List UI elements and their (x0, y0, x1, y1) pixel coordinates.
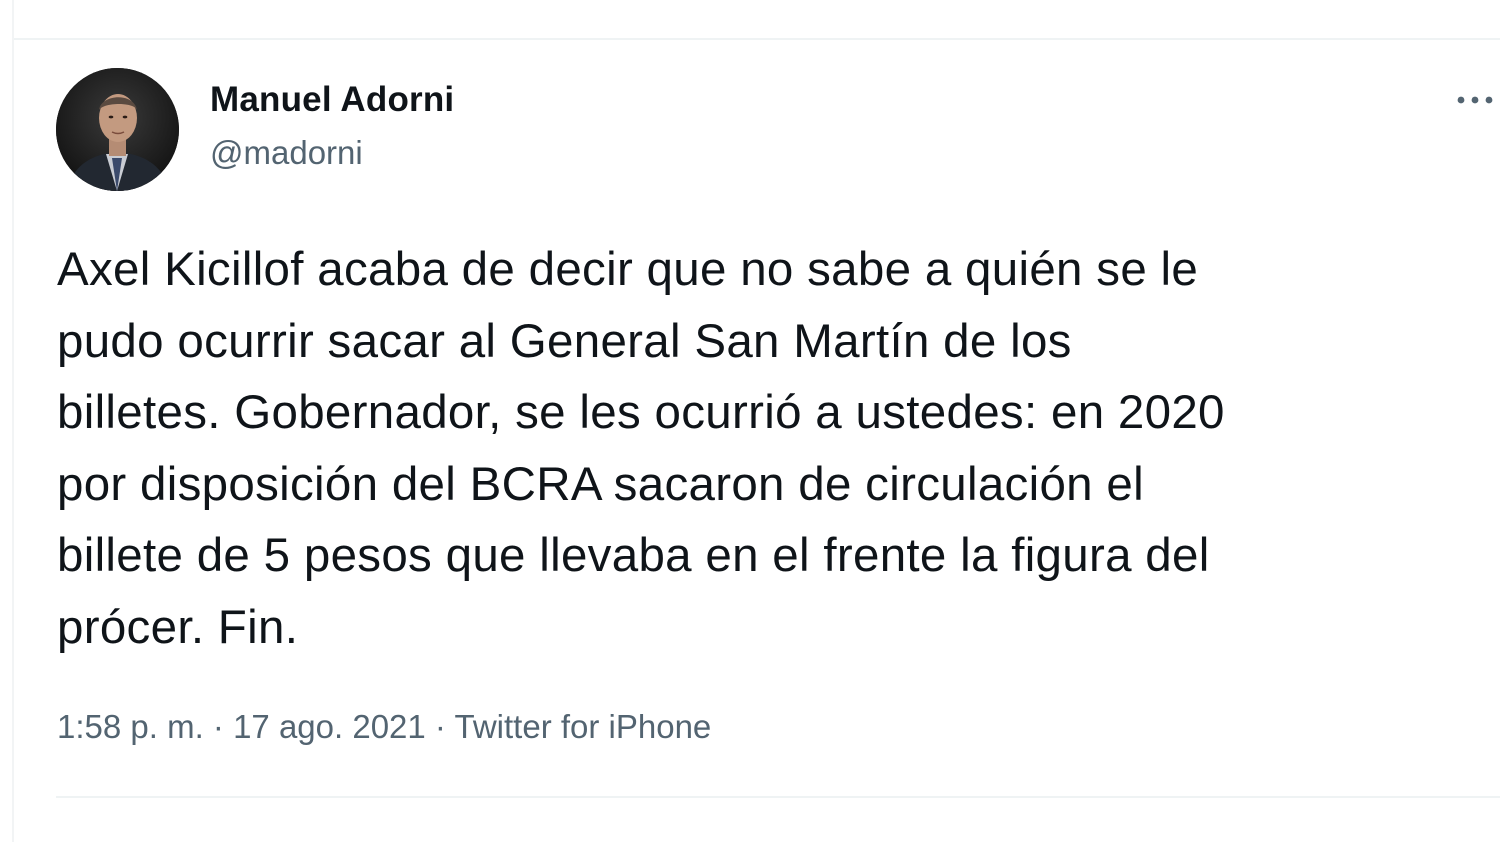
bottom-divider (56, 796, 1500, 798)
more-options-button[interactable] (1452, 78, 1500, 122)
meta-separator: · (203, 708, 234, 745)
top-divider (14, 38, 1500, 40)
tweet-metadata: 1:58 p. m. · 17 ago. 2021 · Twitter for … (57, 708, 711, 746)
author-name[interactable]: Manuel Adorni (210, 80, 454, 120)
author-handle[interactable]: @madorni (210, 134, 363, 172)
tweet-page: Manuel Adorni @madorni Axel Kicillof aca… (0, 0, 1500, 842)
more-horizontal-icon (1457, 96, 1493, 104)
tweet-source-link[interactable]: Twitter for iPhone (455, 708, 712, 745)
avatar[interactable] (56, 68, 179, 191)
tweet-date[interactable]: 17 ago. 2021 (233, 708, 426, 745)
tweet-text: Axel Kicillof acaba de decir que no sabe… (57, 243, 1225, 654)
meta-separator: · (425, 708, 455, 745)
left-border (12, 0, 14, 842)
tweet-time[interactable]: 1:58 p. m. (57, 708, 204, 745)
